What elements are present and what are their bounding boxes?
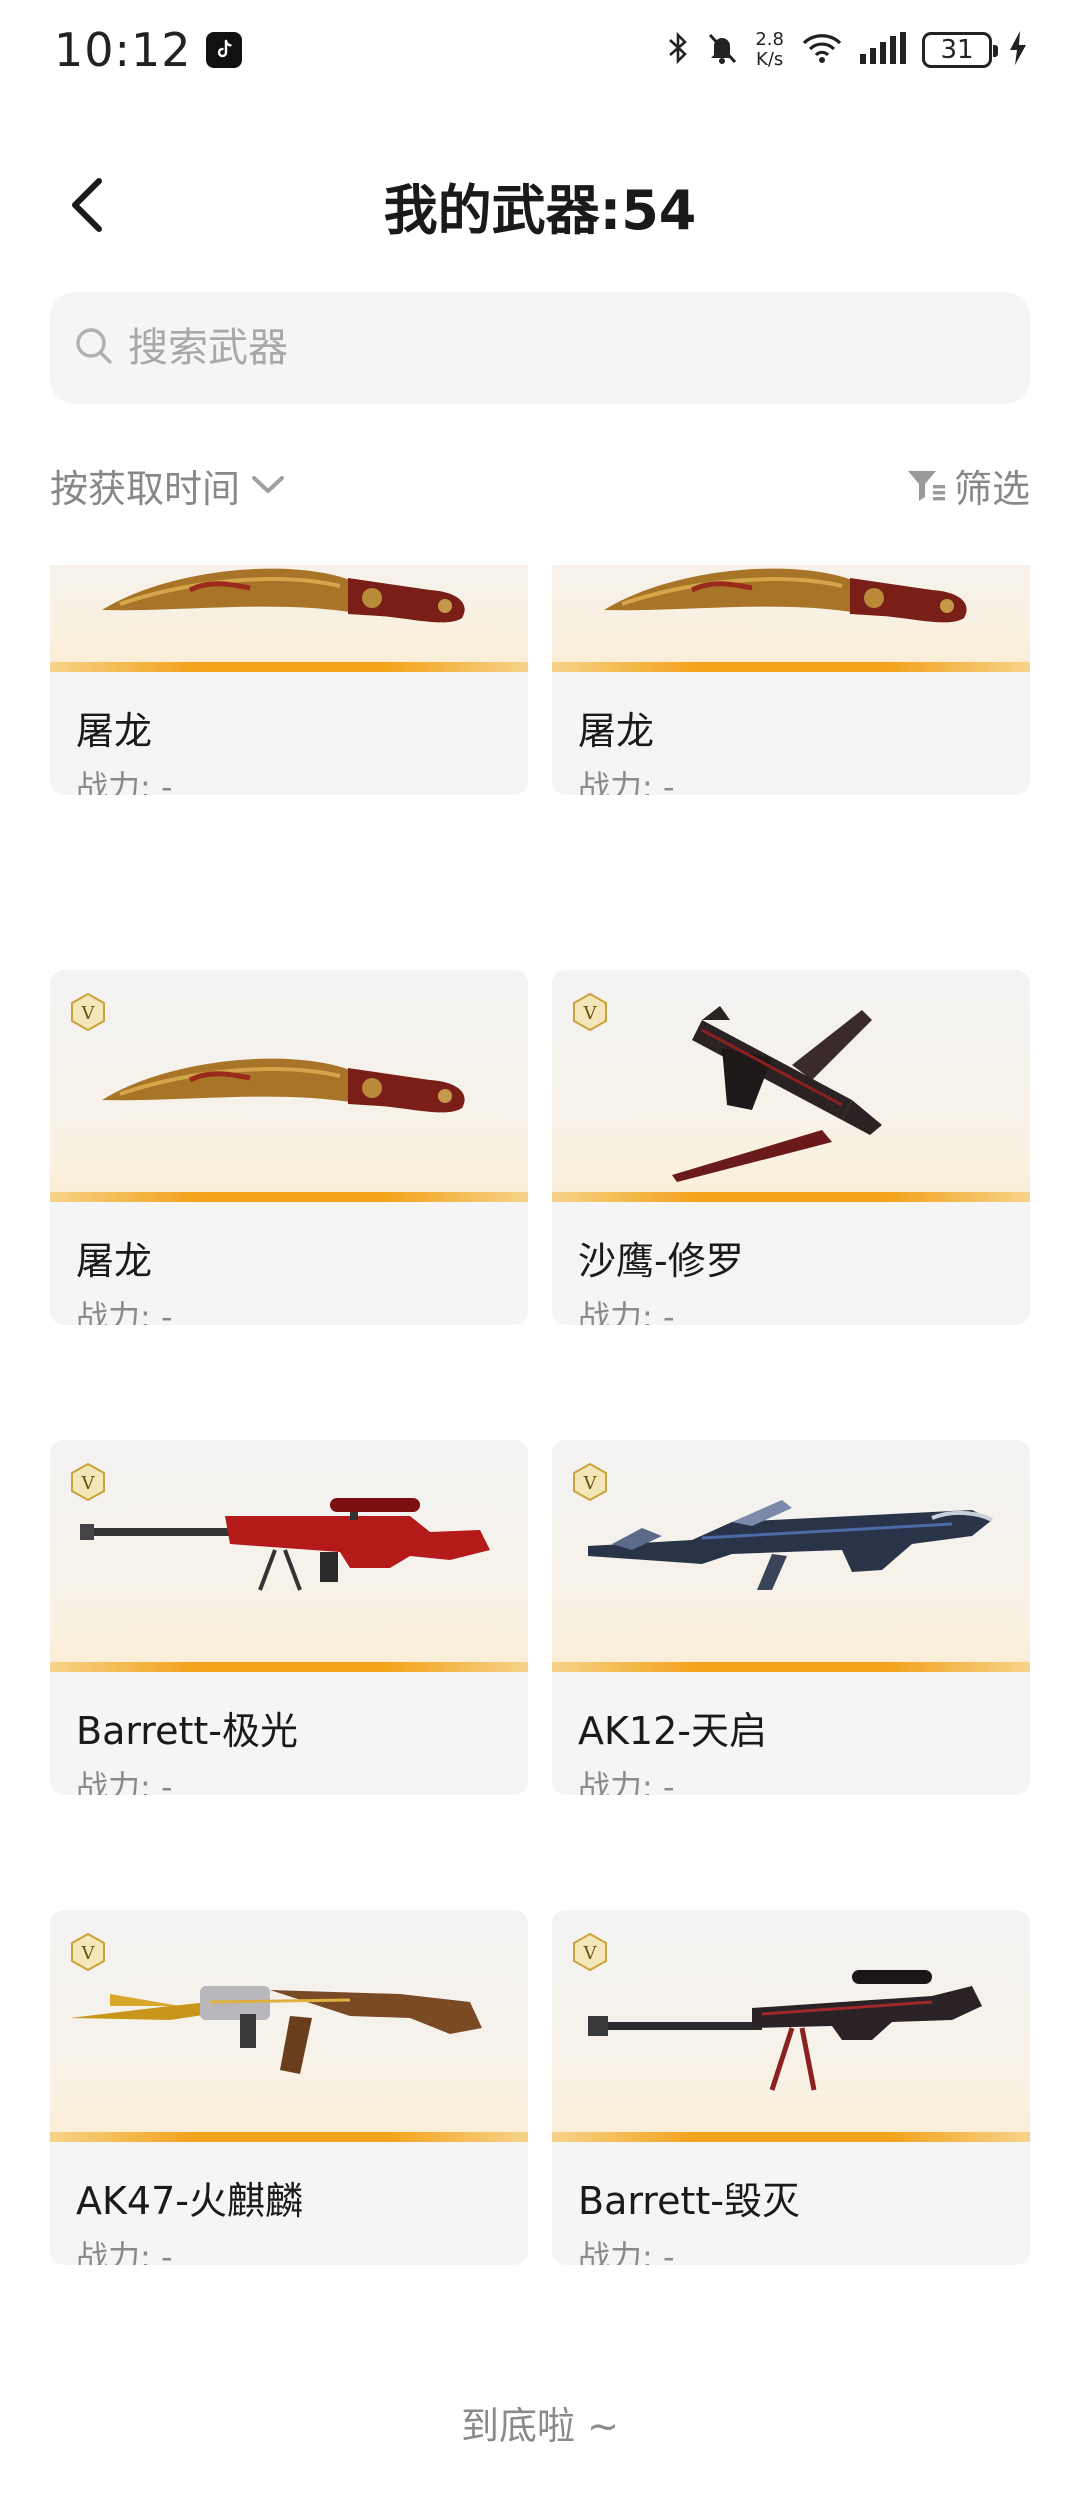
v-badge-icon: V: [570, 992, 610, 1032]
weapon-name: Barrett-毁灭: [578, 2179, 800, 2223]
weapon-card[interactable]: V 屠龙 战力: -: [50, 970, 528, 1325]
weapon-image: V: [552, 1440, 1030, 1672]
svg-text:V: V: [583, 1943, 598, 1964]
search-icon: [72, 324, 116, 372]
status-bar: 10:12 2.8 K/s 31: [0, 0, 1080, 100]
weapon-image: V: [50, 1910, 528, 2142]
weapon-name: 屠龙: [578, 709, 655, 753]
weapon-power: 战力: -: [578, 768, 675, 795]
weapon-card[interactable]: V Barrett-极光 战力: -: [50, 1440, 528, 1795]
weapon-power: 战力: -: [578, 2238, 675, 2265]
sort-filter-toolbar: 按获取时间 筛选: [50, 450, 1030, 520]
cellular-signal-icon: [860, 32, 906, 68]
status-time: 10:12: [54, 23, 192, 77]
weapon-image: V: [552, 1910, 1030, 2142]
end-of-list-text: 到底啦 ~: [461, 2404, 619, 2448]
weapon-power: 战力: -: [578, 1298, 675, 1325]
ak47-icon: [70, 1986, 482, 2074]
bluetooth-icon: [667, 31, 689, 69]
v-badge-icon: V: [68, 992, 108, 1032]
sort-label: 按获取时间: [50, 466, 241, 511]
chevron-down-icon: [252, 476, 285, 493]
svg-text:V: V: [583, 1003, 598, 1024]
weapon-name: Barrett-极光: [76, 1709, 298, 1753]
weapon-image: V: [552, 970, 1030, 1202]
weapon-name: 屠龙: [76, 709, 153, 753]
sniper-rifle-icon: [80, 1498, 490, 1591]
desert-eagle-icon: [672, 1006, 882, 1182]
network-speed: 2.8 K/s: [755, 30, 784, 70]
v-badge-icon: V: [570, 1462, 610, 1502]
weapon-name: 沙鹰-修罗: [578, 1239, 744, 1283]
kukri-knife-icon: [102, 568, 465, 623]
weapon-image: V: [50, 1440, 528, 1672]
weapon-card[interactable]: V AK12-天启 战力: -: [552, 1440, 1030, 1795]
filter-label: 筛选: [953, 466, 1030, 511]
search-input[interactable]: [128, 325, 988, 371]
weapon-power: 战力: -: [76, 1768, 173, 1795]
weapon-card[interactable]: 屠龙 战力: -: [552, 565, 1030, 795]
v-badge-icon: V: [570, 1932, 610, 1972]
sort-dropdown[interactable]: 按获取时间: [50, 458, 286, 513]
battery-indicator: 31: [922, 32, 998, 68]
v-badge-icon: V: [68, 1932, 108, 1972]
weapon-name: 屠龙: [76, 1239, 153, 1283]
svg-text:V: V: [81, 1943, 96, 1964]
tiktok-icon: [205, 32, 242, 68]
filter-button[interactable]: 筛选: [906, 458, 1030, 513]
weapon-grid: 屠龙 战力: - 屠龙 战力: - V 屠龙 战力: - V 沙鹰-修罗 战力:…: [50, 565, 1030, 2325]
network-speed-unit: K/s: [756, 49, 784, 70]
svg-text:V: V: [583, 1473, 598, 1494]
weapons-page: 10:12 2.8 K/s 31 我的武器:54 搜索武器 按获取时间 筛选 屠…: [0, 0, 1080, 2504]
weapon-power: 战力: -: [76, 2238, 173, 2265]
wifi-icon: [800, 31, 844, 69]
page-header: 我的武器:54: [0, 150, 1080, 260]
back-button[interactable]: [52, 170, 122, 240]
weapon-card[interactable]: V 沙鹰-修罗 战力: -: [552, 970, 1030, 1325]
weapon-power: 战力: -: [76, 768, 173, 795]
charging-bolt-icon: [1008, 31, 1028, 69]
weapon-image: [50, 565, 528, 672]
kukri-knife-icon: [604, 568, 967, 623]
assault-rifle-icon: [588, 1500, 993, 1590]
network-speed-value: 2.8: [755, 29, 784, 50]
mute-bell-icon: [705, 31, 739, 69]
weapon-power: 战力: -: [578, 1768, 675, 1795]
v-badge-icon: V: [68, 1462, 108, 1502]
weapon-name: AK47-火麒麟: [76, 2179, 303, 2223]
weapon-card[interactable]: 屠龙 战力: -: [50, 565, 528, 795]
weapon-card[interactable]: V AK47-火麒麟 战力: -: [50, 1910, 528, 2265]
svg-text:V: V: [81, 1473, 96, 1494]
weapon-name: AK12-天启: [578, 1709, 767, 1753]
kukri-knife-icon: [102, 1058, 465, 1113]
weapon-image: V: [50, 970, 528, 1202]
weapon-card[interactable]: V Barrett-毁灭 战力: -: [552, 1910, 1030, 2265]
filter-icon: [907, 471, 945, 501]
weapon-power: 战力: -: [76, 1298, 173, 1325]
weapon-image: [552, 565, 1030, 672]
search-box[interactable]: [50, 292, 1030, 404]
sniper-rifle-icon: [588, 1970, 982, 2091]
chevron-left-icon: [72, 178, 102, 232]
page-title: 我的武器:54: [383, 178, 697, 242]
svg-text:V: V: [81, 1003, 96, 1024]
